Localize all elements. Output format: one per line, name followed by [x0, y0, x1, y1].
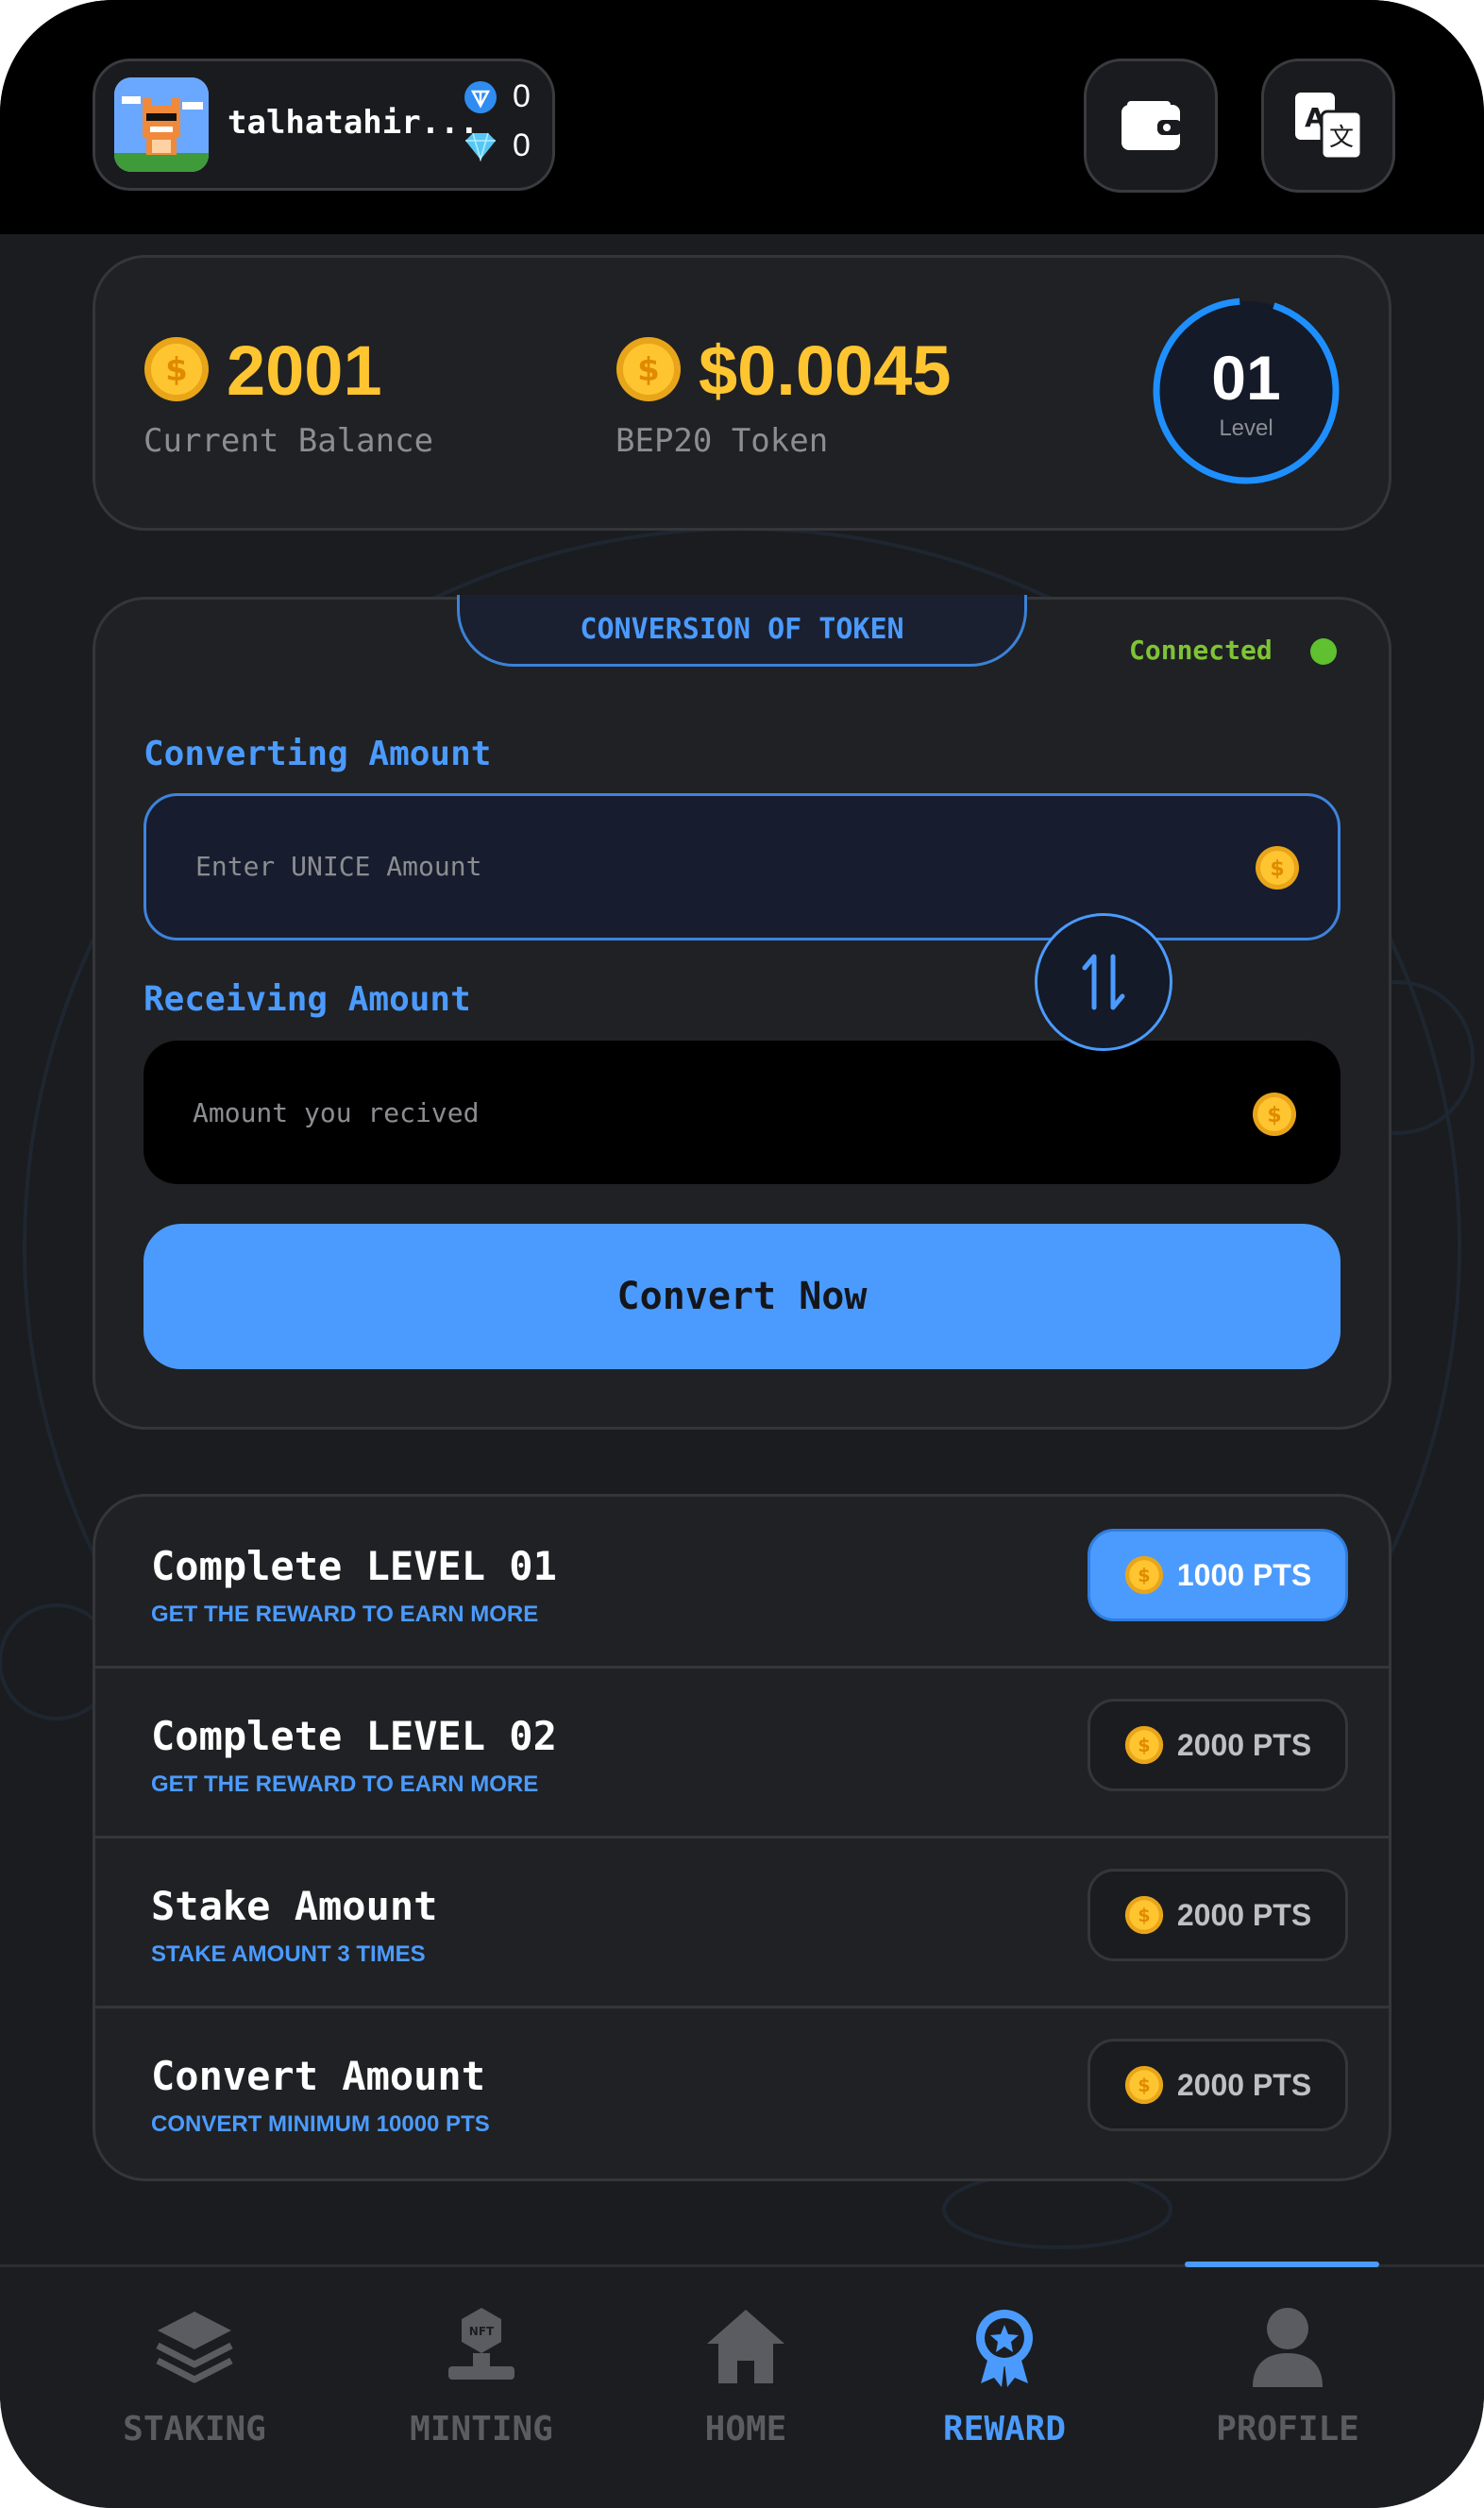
nav-item-reward[interactable]: REWARD — [901, 2304, 1108, 2449]
claim-points-button[interactable]: $ 2000 PTS — [1088, 2039, 1348, 2131]
nav-label: PROFILE — [1216, 2410, 1359, 2449]
top-bar: talhatahir... 0 0 A 文 — [0, 0, 1484, 234]
level-label: Level — [1219, 415, 1273, 441]
nav-item-staking[interactable]: STAKING — [91, 2304, 298, 2449]
task-subtitle: CONVERT MINIMUM 10000 PTS — [151, 2111, 490, 2137]
gold-coin-icon: $ — [144, 337, 209, 401]
user-profile-chip[interactable]: talhatahir... 0 0 — [93, 59, 555, 191]
token-price-label: BEP20 Token — [616, 422, 829, 460]
receiving-amount-label: Receiving Amount — [143, 980, 471, 1019]
swap-arrows-icon — [1082, 954, 1125, 1010]
wallet-icon — [1121, 101, 1182, 150]
home-icon — [707, 2310, 784, 2383]
claim-points-button[interactable]: $ 2000 PTS — [1088, 1869, 1348, 1961]
task-title: Complete LEVEL 02 — [151, 1713, 557, 1759]
avatar — [114, 77, 209, 172]
gold-coin-icon: $ — [1124, 1725, 1163, 1765]
task-row: Convert Amount CONVERT MINIMUM 10000 PTS… — [93, 2008, 1391, 2176]
svg-text:$: $ — [637, 351, 660, 389]
token-price-value: $0.0045 — [699, 331, 952, 410]
wallet-button[interactable] — [1084, 59, 1218, 193]
claim-points-button[interactable]: $ 2000 PTS — [1088, 1699, 1348, 1791]
converting-amount-label: Converting Amount — [143, 735, 492, 773]
nft-minting-icon: NFT — [448, 2308, 514, 2380]
gem-balance: 0 — [464, 127, 531, 164]
username: talhatahir... — [228, 104, 480, 142]
points-label: 1000 PTS — [1176, 1557, 1312, 1592]
nav-label: HOME — [704, 2410, 787, 2449]
svg-text:NFT: NFT — [469, 2325, 495, 2338]
task-row: Complete LEVEL 02 GET THE REWARD TO EARN… — [93, 1668, 1391, 1836]
points-label: 2000 PTS — [1176, 1897, 1312, 1932]
gem-count: 0 — [513, 127, 531, 163]
conversion-tab-header: CONVERSION OF TOKEN — [457, 595, 1027, 667]
translate-icon: A 文 — [1295, 93, 1363, 161]
nav-item-home[interactable]: HOME — [642, 2304, 850, 2449]
current-balance-value: 2001 — [227, 331, 382, 410]
converting-amount-input[interactable]: Enter UNICE Amount $ — [143, 793, 1341, 940]
svg-text:$: $ — [1267, 1104, 1281, 1127]
ton-balance: 0 — [464, 78, 531, 115]
svg-text:$: $ — [1138, 1905, 1150, 1926]
svg-text:$: $ — [1138, 1735, 1150, 1756]
connection-status-dot — [1310, 638, 1337, 665]
task-subtitle: GET THE REWARD TO EARN MORE — [151, 1771, 539, 1797]
receiving-amount-placeholder: Amount you recived — [193, 1097, 480, 1128]
svg-text:$: $ — [1138, 1565, 1150, 1586]
nav-label: MINTING — [410, 2410, 553, 2449]
cat-avatar-icon — [114, 77, 209, 172]
svg-text:$: $ — [1138, 2075, 1150, 2096]
task-title: Stake Amount — [151, 1883, 438, 1929]
svg-text:$: $ — [165, 351, 188, 389]
svg-text:文: 文 — [1329, 124, 1354, 152]
swap-button[interactable] — [1035, 913, 1172, 1051]
nav-item-minting[interactable]: NFT MINTING — [378, 2304, 585, 2449]
points-label: 2000 PTS — [1176, 2067, 1312, 2102]
app-screen: talhatahir... 0 0 A 文 $ 2001 Current Bal… — [0, 0, 1484, 2508]
ton-coin-icon — [464, 80, 497, 113]
connection-status: Connected — [1129, 635, 1273, 666]
receiving-amount-input[interactable]: Amount you recived $ — [143, 1041, 1341, 1184]
task-subtitle: STAKE AMOUNT 3 TIMES — [151, 1941, 426, 1967]
level-number: 01 — [1211, 343, 1281, 413]
reward-badge-icon — [976, 2310, 1033, 2387]
gold-coin-icon: $ — [1124, 1895, 1163, 1935]
gold-coin-icon: $ — [1256, 846, 1299, 890]
translate-button[interactable]: A 文 — [1261, 59, 1395, 193]
task-row: Complete LEVEL 01 GET THE REWARD TO EARN… — [93, 1498, 1391, 1666]
stack-icon — [156, 2312, 233, 2383]
nav-label: REWARD — [942, 2410, 1067, 2449]
convert-now-button[interactable]: Convert Now — [143, 1224, 1341, 1369]
task-row: Stake Amount STAKE AMOUNT 3 TIMES $ 2000… — [93, 1838, 1391, 2006]
svg-text:$: $ — [1270, 857, 1284, 881]
gold-coin-icon: $ — [616, 337, 681, 401]
gold-coin-icon: $ — [1124, 1555, 1163, 1595]
points-label: 2000 PTS — [1176, 1727, 1312, 1762]
task-title: Complete LEVEL 01 — [151, 1543, 557, 1589]
converting-amount-placeholder: Enter UNICE Amount — [195, 851, 482, 882]
task-subtitle: GET THE REWARD TO EARN MORE — [151, 1601, 539, 1627]
gold-coin-icon: $ — [1124, 2065, 1163, 2105]
current-balance-label: Current Balance — [143, 422, 434, 460]
gold-coin-icon: $ — [1253, 1093, 1296, 1136]
task-title: Convert Amount — [151, 2053, 486, 2099]
profile-icon — [1253, 2308, 1323, 2387]
ton-count: 0 — [513, 78, 531, 114]
nav-item-profile[interactable]: PROFILE — [1184, 2304, 1391, 2449]
active-tab-indicator — [1185, 2262, 1379, 2267]
diamond-icon — [465, 132, 496, 161]
nav-label: STAKING — [123, 2410, 266, 2449]
claim-points-button[interactable]: $ 1000 PTS — [1088, 1529, 1348, 1621]
